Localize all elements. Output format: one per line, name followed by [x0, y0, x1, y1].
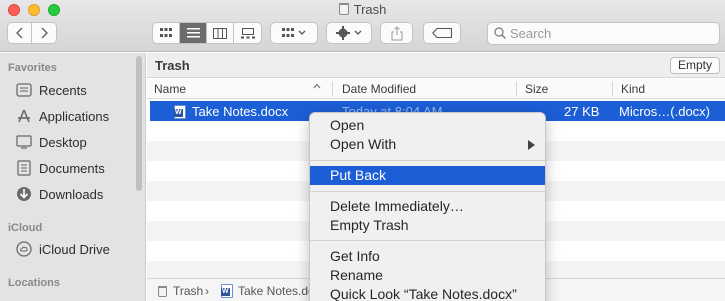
view-mode-group	[152, 22, 262, 44]
sidebar-item-label: Downloads	[39, 186, 104, 202]
column-kind[interactable]: Kind	[621, 82, 645, 96]
trash-icon	[338, 3, 349, 15]
menu-item-quick-look[interactable]: Quick Look “Take Notes.docx”	[310, 285, 545, 301]
menu-item-delete-immediately[interactable]: Delete Immediately…	[310, 197, 545, 216]
path-item-label: Take Notes.do	[238, 284, 315, 298]
column-divider[interactable]	[516, 82, 517, 96]
file-name: Take Notes.docx	[192, 104, 289, 119]
search-icon	[494, 27, 506, 40]
sort-ascending-icon	[313, 83, 321, 89]
column-date-modified[interactable]: Date Modified	[342, 82, 416, 96]
word-document-icon	[174, 105, 191, 122]
menu-item-put-back[interactable]: Put Back	[310, 166, 545, 185]
gear-icon	[336, 26, 362, 40]
sidebar-item-documents[interactable]: Documents	[15, 158, 105, 178]
menu-item-open-with[interactable]: Open With	[310, 135, 545, 154]
chevron-left-icon	[15, 27, 23, 39]
menu-item-empty-trash[interactable]: Empty Trash	[310, 216, 545, 235]
file-size: 27 KB	[564, 104, 600, 119]
sidebar-item-label: Documents	[39, 160, 105, 176]
list-view-button[interactable]	[180, 23, 207, 43]
tag-button[interactable]	[423, 22, 461, 44]
location-header: Trash Empty	[147, 53, 725, 78]
file-kind: Micros…(.docx)	[619, 104, 711, 119]
search-field[interactable]	[487, 22, 720, 45]
group-by-button[interactable]	[270, 22, 318, 44]
sidebar-section-favorites: Favorites	[8, 62, 57, 74]
sidebar: Favorites Recents Applications Desktop D…	[0, 53, 146, 301]
sidebar-item-applications[interactable]: Applications	[15, 106, 109, 126]
path-item-trash[interactable]: Trash	[158, 284, 203, 298]
menu-separator	[310, 191, 545, 192]
sidebar-section-icloud: iCloud	[8, 222, 43, 234]
location-title: Trash	[155, 58, 190, 73]
path-separator: ›	[205, 284, 209, 298]
sidebar-item-recents[interactable]: Recents	[15, 80, 87, 100]
sidebar-item-icloud-drive[interactable]: iCloud Drive	[15, 239, 110, 259]
sidebar-section-locations: Locations	[8, 277, 60, 289]
window-title-container: Trash	[0, 2, 725, 17]
column-view-button[interactable]	[207, 23, 234, 43]
window-title: Trash	[353, 2, 387, 17]
column-header: Name Date Modified Size Kind	[147, 79, 725, 99]
menu-item-get-info[interactable]: Get Info	[310, 247, 545, 266]
forward-button[interactable]	[32, 23, 56, 43]
column-divider[interactable]	[332, 82, 333, 96]
context-menu: Open Open With Put Back Delete Immediate…	[309, 112, 546, 301]
column-view-icon	[213, 27, 227, 39]
download-icon	[15, 185, 33, 203]
back-forward-group	[7, 22, 57, 44]
menu-separator	[310, 240, 545, 241]
sidebar-item-label: Applications	[39, 108, 110, 124]
column-divider[interactable]	[612, 82, 613, 96]
sidebar-item-label: Desktop	[39, 134, 87, 150]
sidebar-item-label: Recents	[39, 82, 87, 98]
submenu-arrow-icon	[528, 140, 535, 150]
empty-trash-button[interactable]: Empty	[669, 57, 720, 74]
menu-item-rename[interactable]: Rename	[310, 266, 545, 285]
group-grid-icon	[282, 28, 306, 37]
share-button[interactable]	[380, 22, 413, 44]
cloud-icon	[15, 240, 33, 258]
column-name[interactable]: Name	[154, 82, 186, 96]
menu-item-label: Open With	[330, 136, 397, 152]
path-item-label: Trash	[173, 284, 204, 298]
word-document-icon	[221, 284, 233, 298]
document-icon	[15, 159, 33, 177]
path-item-file[interactable]: Take Notes.do	[221, 284, 315, 298]
share-icon	[390, 25, 403, 41]
sidebar-item-downloads[interactable]: Downloads	[15, 184, 103, 204]
sidebar-scrollbar[interactable]	[136, 56, 142, 191]
tag-icon	[432, 28, 452, 38]
column-size[interactable]: Size	[525, 82, 548, 96]
back-button[interactable]	[8, 23, 32, 43]
list-view-icon	[186, 28, 200, 38]
gallery-view-button[interactable]	[234, 23, 261, 43]
search-input[interactable]	[510, 26, 710, 41]
gallery-view-icon	[240, 27, 255, 38]
window-toolbar: Trash	[0, 0, 725, 52]
menu-item-open[interactable]: Open	[310, 116, 545, 135]
chevron-right-icon	[41, 27, 48, 39]
menu-separator	[310, 160, 545, 161]
desktop-icon	[15, 133, 33, 151]
clock-icon	[15, 81, 33, 99]
sidebar-item-desktop[interactable]: Desktop	[15, 132, 87, 152]
trash-icon	[158, 285, 167, 297]
sidebar-item-label: iCloud Drive	[39, 241, 110, 257]
icon-view-icon	[160, 28, 172, 37]
icon-view-button[interactable]	[153, 23, 180, 43]
applications-icon	[15, 107, 33, 125]
action-menu-button[interactable]	[326, 22, 372, 44]
